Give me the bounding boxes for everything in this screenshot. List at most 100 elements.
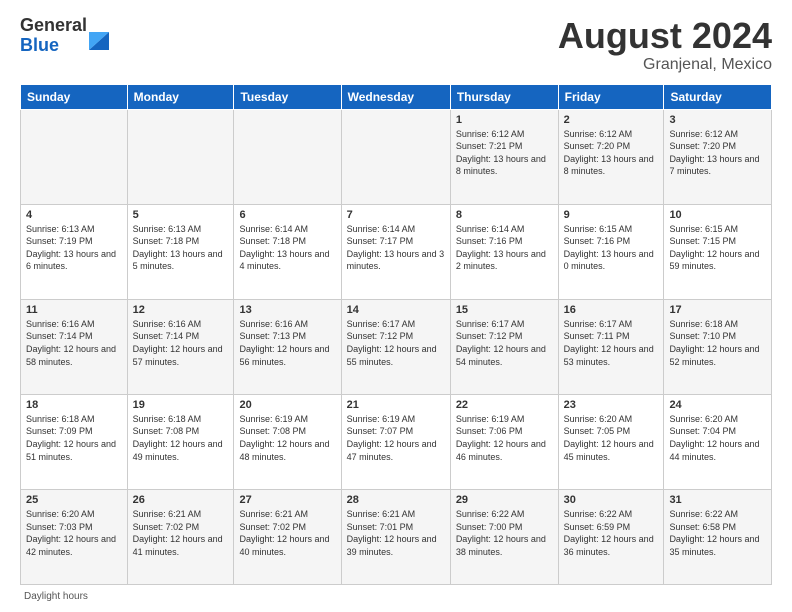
day-number: 27 (239, 494, 335, 506)
day-number: 8 (456, 209, 553, 221)
day-info: Sunrise: 6:16 AM Sunset: 7:13 PM Dayligh… (239, 318, 335, 368)
day-number: 10 (669, 209, 766, 221)
calendar-cell: 29Sunrise: 6:22 AM Sunset: 7:00 PM Dayli… (450, 489, 558, 584)
calendar-cell: 16 Sunrise: 6:17 AM Sunset: 7:11 PM Dayli… (558, 299, 664, 394)
day-info: Sunrise: 6:18 AM Sunset: 7:09 PM Dayligh… (26, 413, 122, 463)
week-row-2: 11Sunrise: 6:16 AM Sunset: 7:14 PM Dayli… (21, 299, 772, 394)
header-day-sunday: Sunday (21, 84, 128, 109)
calendar-cell: 27 Sunrise: 6:21 AM Sunset: 7:02 PM Dayli… (234, 489, 341, 584)
day-number: 22 (456, 399, 553, 411)
day-number: 1 (456, 114, 553, 126)
calendar-cell: 30Sunrise: 6:22 AM Sunset: 6:59 PM Dayli… (558, 489, 664, 584)
calendar-cell: 1 Sunrise: 6:12 AM Sunset: 7:21 PM Daylig… (450, 109, 558, 204)
header-day-monday: Monday (127, 84, 234, 109)
calendar-body: 1 Sunrise: 6:12 AM Sunset: 7:21 PM Daylig… (21, 109, 772, 584)
calendar-cell: 23Sunrise: 6:20 AM Sunset: 7:05 PM Dayli… (558, 394, 664, 489)
calendar-cell (21, 109, 128, 204)
day-info: Sunrise: 6:21 AM Sunset: 7:02 PM Dayligh… (133, 508, 229, 558)
day-info: Sunrise: 6:17 AM Sunset: 7:12 PM Dayligh… (456, 318, 553, 368)
day-info: Sunrise: 6:22 AM Sunset: 6:58 PM Dayligh… (669, 508, 766, 558)
calendar-cell: 17 Sunrise: 6:18 AM Sunset: 7:10 PM Dayli… (664, 299, 772, 394)
day-info: Sunrise: 6:17 AM Sunset: 7:11 PM Dayligh… (564, 318, 659, 368)
day-number: 31 (669, 494, 766, 506)
day-number: 13 (239, 304, 335, 316)
calendar-cell: 4Sunrise: 6:13 AM Sunset: 7:19 PM Daylig… (21, 204, 128, 299)
day-number: 18 (26, 399, 122, 411)
calendar-cell: 13 Sunrise: 6:16 AM Sunset: 7:13 PM Dayli… (234, 299, 341, 394)
logo-blue: Blue (20, 36, 87, 56)
logo-general: General (20, 16, 87, 36)
day-info: Sunrise: 6:17 AM Sunset: 7:12 PM Dayligh… (347, 318, 445, 368)
day-number: 28 (347, 494, 445, 506)
calendar-cell: 15 Sunrise: 6:17 AM Sunset: 7:12 PM Dayli… (450, 299, 558, 394)
day-number: 21 (347, 399, 445, 411)
calendar: SundayMondayTuesdayWednesdayThursdayFrid… (20, 84, 772, 585)
day-info: Sunrise: 6:14 AM Sunset: 7:18 PM Dayligh… (239, 223, 335, 273)
calendar-cell (127, 109, 234, 204)
header-day-saturday: Saturday (664, 84, 772, 109)
day-info: Sunrise: 6:21 AM Sunset: 7:01 PM Dayligh… (347, 508, 445, 558)
calendar-table: SundayMondayTuesdayWednesdayThursdayFrid… (20, 84, 772, 585)
header-day-friday: Friday (558, 84, 664, 109)
calendar-cell (234, 109, 341, 204)
calendar-cell: 20Sunrise: 6:19 AM Sunset: 7:08 PM Dayli… (234, 394, 341, 489)
day-info: Sunrise: 6:18 AM Sunset: 7:10 PM Dayligh… (669, 318, 766, 368)
day-number: 15 (456, 304, 553, 316)
day-info: Sunrise: 6:12 AM Sunset: 7:20 PM Dayligh… (564, 128, 659, 178)
day-info: Sunrise: 6:13 AM Sunset: 7:18 PM Dayligh… (133, 223, 229, 273)
day-info: Sunrise: 6:15 AM Sunset: 7:15 PM Dayligh… (669, 223, 766, 273)
calendar-cell: 5 Sunrise: 6:13 AM Sunset: 7:18 PM Daylig… (127, 204, 234, 299)
day-info: Sunrise: 6:20 AM Sunset: 7:04 PM Dayligh… (669, 413, 766, 463)
logo-text: General Blue (20, 16, 87, 56)
location: Granjenal, Mexico (558, 56, 772, 74)
calendar-cell: 24 Sunrise: 6:20 AM Sunset: 7:04 PM Dayli… (664, 394, 772, 489)
day-info: Sunrise: 6:22 AM Sunset: 6:59 PM Dayligh… (564, 508, 659, 558)
calendar-cell: 31 Sunrise: 6:22 AM Sunset: 6:58 PM Dayli… (664, 489, 772, 584)
header-day-thursday: Thursday (450, 84, 558, 109)
day-number: 12 (133, 304, 229, 316)
calendar-header: SundayMondayTuesdayWednesdayThursdayFrid… (21, 84, 772, 109)
header-day-wednesday: Wednesday (341, 84, 450, 109)
day-number: 16 (564, 304, 659, 316)
day-info: Sunrise: 6:21 AM Sunset: 7:02 PM Dayligh… (239, 508, 335, 558)
day-number: 19 (133, 399, 229, 411)
day-number: 5 (133, 209, 229, 221)
calendar-cell: 10 Sunrise: 6:15 AM Sunset: 7:15 PM Dayli… (664, 204, 772, 299)
calendar-cell: 9Sunrise: 6:15 AM Sunset: 7:16 PM Daylig… (558, 204, 664, 299)
day-info: Sunrise: 6:18 AM Sunset: 7:08 PM Dayligh… (133, 413, 229, 463)
page: General Blue August 2024 Granjenal, Mexi… (0, 0, 792, 612)
calendar-cell: 8Sunrise: 6:14 AM Sunset: 7:16 PM Daylig… (450, 204, 558, 299)
calendar-cell: 2Sunrise: 6:12 AM Sunset: 7:20 PM Daylig… (558, 109, 664, 204)
day-info: Sunrise: 6:22 AM Sunset: 7:00 PM Dayligh… (456, 508, 553, 558)
calendar-cell: 12Sunrise: 6:16 AM Sunset: 7:14 PM Dayli… (127, 299, 234, 394)
calendar-cell: 3Sunrise: 6:12 AM Sunset: 7:20 PM Daylig… (664, 109, 772, 204)
calendar-cell: 25Sunrise: 6:20 AM Sunset: 7:03 PM Dayli… (21, 489, 128, 584)
day-number: 7 (347, 209, 445, 221)
day-number: 11 (26, 304, 122, 316)
calendar-cell: 22Sunrise: 6:19 AM Sunset: 7:06 PM Dayli… (450, 394, 558, 489)
week-row-3: 18 Sunrise: 6:18 AM Sunset: 7:09 PM Dayli… (21, 394, 772, 489)
day-number: 9 (564, 209, 659, 221)
day-number: 6 (239, 209, 335, 221)
calendar-cell: 6 Sunrise: 6:14 AM Sunset: 7:18 PM Daylig… (234, 204, 341, 299)
day-info: Sunrise: 6:14 AM Sunset: 7:17 PM Dayligh… (347, 223, 445, 273)
calendar-cell: 19 Sunrise: 6:18 AM Sunset: 7:08 PM Dayli… (127, 394, 234, 489)
day-info: Sunrise: 6:19 AM Sunset: 7:07 PM Dayligh… (347, 413, 445, 463)
footer-note: Daylight hours (20, 591, 772, 602)
day-number: 17 (669, 304, 766, 316)
calendar-cell: 14 Sunrise: 6:17 AM Sunset: 7:12 PM Dayli… (341, 299, 450, 394)
week-row-0: 1 Sunrise: 6:12 AM Sunset: 7:21 PM Daylig… (21, 109, 772, 204)
day-info: Sunrise: 6:13 AM Sunset: 7:19 PM Dayligh… (26, 223, 122, 273)
day-info: Sunrise: 6:12 AM Sunset: 7:21 PM Dayligh… (456, 128, 553, 178)
day-number: 23 (564, 399, 659, 411)
header: General Blue August 2024 Granjenal, Mexi… (20, 16, 772, 74)
day-number: 25 (26, 494, 122, 506)
week-row-4: 25Sunrise: 6:20 AM Sunset: 7:03 PM Dayli… (21, 489, 772, 584)
logo-icon (89, 22, 109, 50)
calendar-cell: 26Sunrise: 6:21 AM Sunset: 7:02 PM Dayli… (127, 489, 234, 584)
month-title: August 2024 (558, 16, 772, 56)
day-number: 14 (347, 304, 445, 316)
day-number: 24 (669, 399, 766, 411)
day-info: Sunrise: 6:12 AM Sunset: 7:20 PM Dayligh… (669, 128, 766, 178)
header-row: SundayMondayTuesdayWednesdayThursdayFrid… (21, 84, 772, 109)
